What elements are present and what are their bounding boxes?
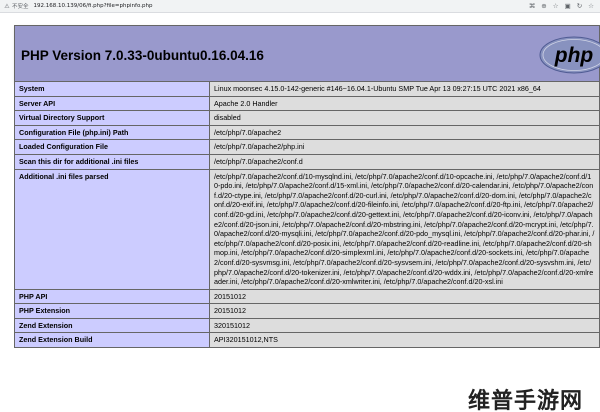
row-value: /etc/php/7.0/apache2 bbox=[209, 124, 600, 141]
star-icon[interactable]: ☆ bbox=[553, 2, 559, 10]
extensions-icon[interactable]: ▣ bbox=[565, 2, 571, 10]
row-value: API320151012,NTS bbox=[209, 332, 600, 349]
table-row: Server API Apache 2.0 Handler bbox=[14, 95, 600, 112]
row-label: Additional .ini files parsed bbox=[14, 168, 210, 290]
favorites-icon[interactable]: ☆ bbox=[588, 2, 594, 10]
row-label: Server API bbox=[14, 95, 210, 112]
url-text[interactable]: 192.168.10.139/06/fi.php?file=phpinfo.ph… bbox=[34, 3, 529, 9]
row-label: System bbox=[14, 81, 210, 97]
row-label: Configuration File (php.ini) Path bbox=[14, 124, 210, 141]
row-label: PHP API bbox=[14, 288, 210, 305]
row-label: Scan this dir for additional .ini files bbox=[14, 153, 210, 170]
table-row: Scan this dir for additional .ini files /… bbox=[14, 153, 600, 170]
table-row: PHP Extension 20151012 bbox=[14, 303, 600, 319]
table-row: Additional .ini files parsed/etc/php/7.0… bbox=[14, 168, 600, 290]
table-row: Zend Extension 320151012 bbox=[14, 317, 600, 334]
row-value: 320151012 bbox=[209, 317, 600, 334]
php-header: PHP Version 7.0.33-0ubuntu0.16.04.16 php bbox=[14, 25, 600, 82]
row-value: /etc/php/7.0/apache2/php.ini bbox=[209, 139, 600, 155]
row-label: Zend Extension Build bbox=[14, 332, 210, 349]
page-content: PHP Version 7.0.33-0ubuntu0.16.04.16 php… bbox=[0, 13, 600, 412]
table-row: System Linux moonsec 4.15.0-142-generic #… bbox=[14, 81, 600, 97]
row-label: Zend Extension bbox=[14, 317, 210, 334]
row-label: PHP Extension bbox=[14, 303, 210, 319]
warning-icon: ⚠ bbox=[4, 2, 10, 10]
page-title: PHP Version 7.0.33-0ubuntu0.16.04.16 bbox=[21, 48, 264, 63]
row-label: Virtual Directory Support bbox=[14, 110, 210, 126]
row-value: Linux moonsec 4.15.0-142-generic #146~16… bbox=[209, 81, 600, 97]
table-row: PHP API 20151012 bbox=[14, 288, 600, 305]
watermark: 维普手游网 bbox=[468, 389, 584, 412]
row-value: /etc/php/7.0/apache2/conf.d bbox=[209, 153, 600, 170]
row-value: 20151012 bbox=[209, 288, 600, 305]
security-label[interactable]: 不安全 bbox=[12, 2, 29, 10]
row-value: 20151012 bbox=[209, 303, 600, 319]
row-value: Apache 2.0 Handler bbox=[209, 95, 600, 112]
refresh-icon[interactable]: ↻ bbox=[577, 2, 582, 10]
table-row: Zend Extension Build API320151012,NTS bbox=[14, 332, 600, 349]
table-row: Configuration File (php.ini) Path/etc/ph… bbox=[14, 124, 600, 141]
row-label: Loaded Configuration File bbox=[14, 139, 210, 155]
php-logo: php bbox=[539, 36, 600, 74]
phpinfo-table: System Linux moonsec 4.15.0-142-generic #… bbox=[14, 81, 600, 349]
row-value: disabled bbox=[209, 110, 600, 126]
php-logo-text: php bbox=[554, 44, 594, 67]
row-value: /etc/php/7.0/apache2/conf.d/10-mysqlnd.i… bbox=[209, 168, 600, 290]
translate-icon[interactable]: ⌘ bbox=[529, 2, 536, 10]
browser-address-bar[interactable]: ⚠ 不安全 192.168.10.139/06/fi.php?file=phpi… bbox=[0, 0, 600, 13]
table-row: Virtual Directory Support disabled bbox=[14, 110, 600, 126]
zoom-icon[interactable]: ⊕ bbox=[541, 2, 546, 10]
table-row: Loaded Configuration File/etc/php/7.0/ap… bbox=[14, 139, 600, 155]
